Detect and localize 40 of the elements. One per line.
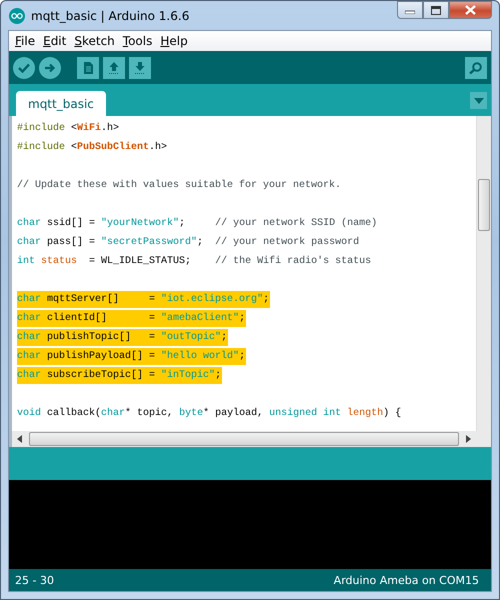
down-arrow-icon — [134, 60, 146, 74]
app-logo-icon — [9, 8, 25, 24]
close-icon — [465, 5, 476, 15]
open-button[interactable] — [103, 56, 125, 78]
caret-icon — [474, 98, 484, 104]
checkmark-icon — [18, 62, 30, 72]
menu-item[interactable]: File — [11, 34, 40, 48]
new-button[interactable] — [77, 56, 99, 78]
document-icon — [82, 60, 94, 74]
scrollbar-thumb[interactable] — [478, 179, 490, 231]
board-port-label: Arduino Ameba on COM15 — [334, 574, 479, 586]
up-arrow-icon — [108, 60, 120, 74]
code-line: #include <WiFi.h> — [17, 122, 120, 136]
serial-monitor-button[interactable] — [465, 56, 487, 78]
save-button[interactable] — [129, 56, 151, 78]
code-line: // Update these with values suitable for your network. — [17, 178, 342, 193]
verify-button[interactable] — [13, 56, 35, 78]
window-title: mqtt_basic | Arduino 1.6.6 — [31, 8, 190, 22]
menu-item[interactable]: Sketch — [70, 34, 119, 48]
tab-menu-button[interactable] — [470, 92, 487, 109]
tab[interactable]: mqtt_basic — [16, 91, 106, 116]
left-arrow-icon[interactable] — [17, 435, 22, 443]
right-arrow-icon — [44, 62, 56, 72]
minimize-button[interactable] — [397, 1, 423, 19]
menu-item[interactable]: Help — [156, 34, 192, 48]
code-line: int status = WL_IDLE_STATUS; // the Wifi radio's status — [17, 254, 372, 269]
upload-button[interactable] — [39, 56, 61, 78]
menu-item[interactable]: Tools — [118, 34, 156, 48]
code-line: #include <PubSubClient.h> — [17, 140, 168, 155]
menu-item[interactable]: Edit — [39, 34, 70, 48]
maximize-icon — [431, 6, 441, 14]
right-arrow-icon[interactable] — [466, 435, 471, 443]
code-line: void callback(char* topic, byte* payload, unsigned int length) { — [17, 406, 402, 421]
line-range: 25 - 30 — [15, 574, 54, 586]
maximize-button[interactable] — [423, 1, 449, 19]
code-line: char ssid[] = "yourNetwork"; // your network SSID (name) — [17, 216, 378, 231]
search-icon — [468, 60, 484, 74]
code-line: char pass[] = "secretPassword"; // your network password — [17, 236, 360, 250]
close-button[interactable] — [449, 1, 492, 19]
scrollbar-thumb[interactable] — [29, 432, 459, 446]
